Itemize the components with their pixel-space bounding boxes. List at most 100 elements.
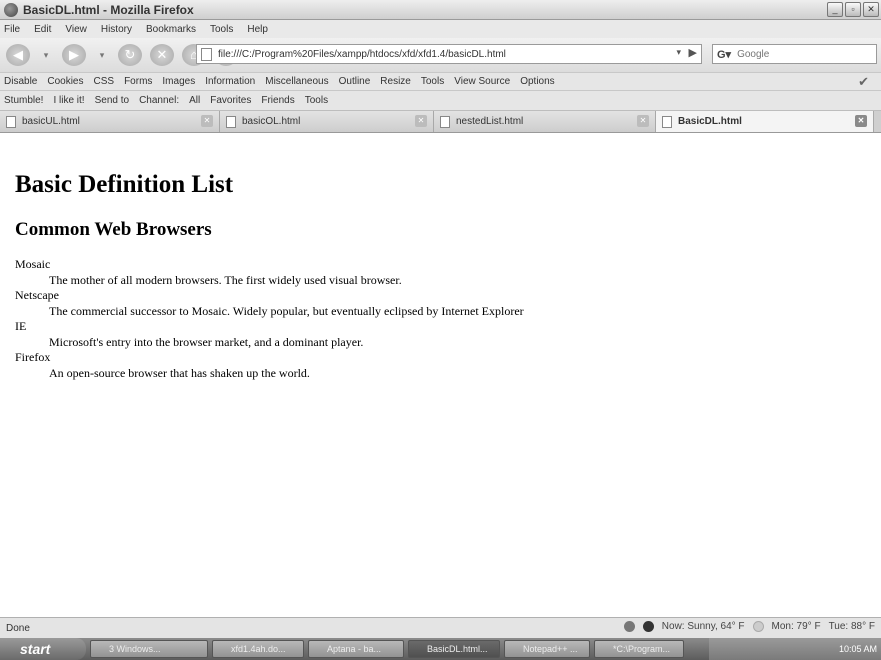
definition-list: Mosaic The mother of all modern browsers… xyxy=(15,257,524,381)
back-icon[interactable]: ◀ xyxy=(6,44,30,66)
menu-tools[interactable]: Tools xyxy=(210,24,233,35)
page-content: Basic Definition List Common Web Browser… xyxy=(0,132,881,617)
menu-file[interactable]: File xyxy=(4,24,20,35)
miscellaneous-menu[interactable]: Miscellaneous xyxy=(265,76,328,87)
tab-basicul[interactable]: basicUL.html ✕ xyxy=(0,111,220,132)
cookies-menu[interactable]: Cookies xyxy=(47,76,83,87)
forward-icon[interactable]: ▶ xyxy=(62,44,86,66)
taskbar-item[interactable]: *C:\Program... xyxy=(594,640,684,658)
stumble-tools-button[interactable]: Tools xyxy=(305,95,328,106)
check-icon[interactable]: ✔ xyxy=(858,74,869,90)
options-menu[interactable]: Options xyxy=(520,76,554,87)
taskbar-item[interactable]: BasicDL.html... xyxy=(408,640,500,658)
definition-term: Firefox xyxy=(15,350,51,364)
taskbar-item[interactable]: 3 Windows... xyxy=(90,640,208,658)
weather-mon[interactable]: Mon: 79° F xyxy=(772,621,821,632)
page-subheading: Common Web Browsers xyxy=(15,219,212,240)
start-button[interactable]: start xyxy=(0,638,86,660)
minimize-icon[interactable]: _ xyxy=(827,2,843,17)
disable-menu[interactable]: Disable xyxy=(4,76,37,87)
tab-strip: basicUL.html ✕ basicOL.html ✕ nestedList… xyxy=(0,110,881,132)
taskbar-item[interactable]: xfd1.4ah.do... xyxy=(212,640,304,658)
go-icon[interactable]: ▶ xyxy=(689,46,697,59)
menu-edit[interactable]: Edit xyxy=(34,24,51,35)
close-tab-icon[interactable]: ✕ xyxy=(637,115,649,127)
tab-label: nestedList.html xyxy=(456,116,524,127)
tab-nestedlist[interactable]: nestedList.html ✕ xyxy=(434,111,656,132)
navigation-toolbar: ◀ ▾ ▶ ▾ ↻ ✕ ⌂ + file:///C:/Program%20Fil… xyxy=(0,38,881,72)
favorites-button[interactable]: Favorites xyxy=(210,95,251,106)
url-dropdown-icon[interactable]: ▾ xyxy=(676,47,681,58)
search-box[interactable]: G▾ xyxy=(712,44,877,64)
tab-label: basicOL.html xyxy=(242,116,301,127)
view-source-menu[interactable]: View Source xyxy=(454,76,510,87)
tab-basicol[interactable]: basicOL.html ✕ xyxy=(220,111,434,132)
title-bar: BasicDL.html - Mozilla Firefox _ ▫ ✕ xyxy=(0,0,881,20)
tab-basicdl[interactable]: BasicDL.html ✕ xyxy=(656,111,874,132)
css-menu[interactable]: CSS xyxy=(94,76,115,87)
maximize-icon[interactable]: ▫ xyxy=(845,2,861,17)
google-icon[interactable]: G▾ xyxy=(717,48,731,61)
addon-icon-2[interactable] xyxy=(642,621,654,632)
web-developer-toolbar: Disable Cookies CSS Forms Images Informa… xyxy=(0,72,881,90)
stumble-button[interactable]: Stumble! xyxy=(4,95,43,106)
images-menu[interactable]: Images xyxy=(162,76,195,87)
taskbar-item[interactable]: Aptana - ba... xyxy=(308,640,404,658)
menu-help[interactable]: Help xyxy=(247,24,268,35)
stumble-toolbar: Stumble! I like it! Send to Channel: All… xyxy=(0,90,881,110)
status-right: Now: Sunny, 64° F Mon: 79° F Tue: 88° F xyxy=(623,621,875,632)
definition-description: An open-source browser that has shaken u… xyxy=(49,365,310,380)
resize-menu[interactable]: Resize xyxy=(380,76,411,87)
weather-now[interactable]: Now: Sunny, 64° F xyxy=(662,621,745,632)
forms-menu[interactable]: Forms xyxy=(124,76,152,87)
definition-description: The commercial successor to Mosaic. Wide… xyxy=(49,303,524,318)
url-text[interactable]: file:///C:/Program%20Files/xampp/htdocs/… xyxy=(218,49,506,60)
url-bar[interactable]: file:///C:/Program%20Files/xampp/htdocs/… xyxy=(196,44,702,64)
clock[interactable]: 10:05 AM xyxy=(839,644,877,654)
menu-history[interactable]: History xyxy=(101,24,132,35)
status-text: Done xyxy=(6,622,30,634)
tab-label: basicUL.html xyxy=(22,116,80,127)
close-icon[interactable]: ✕ xyxy=(863,2,879,17)
taskbar: start 3 Windows... xfd1.4ah.do... Aptana… xyxy=(0,638,881,660)
close-tab-icon[interactable]: ✕ xyxy=(855,115,867,127)
page-icon xyxy=(662,115,672,128)
definition-description: Microsoft's entry into the browser marke… xyxy=(49,334,364,349)
page-heading: Basic Definition List xyxy=(15,171,234,198)
definition-term: IE xyxy=(15,319,27,333)
forward-dropdown-icon[interactable]: ▾ xyxy=(94,47,110,63)
definition-term: Netscape xyxy=(15,288,59,302)
page-icon xyxy=(226,115,236,128)
window-controls: _ ▫ ✕ xyxy=(827,2,879,17)
firefox-icon xyxy=(4,2,18,17)
send-to-button[interactable]: Send to xyxy=(95,95,129,106)
information-menu[interactable]: Information xyxy=(205,76,255,87)
system-tray: 10:05 AM xyxy=(709,638,881,660)
taskbar-item[interactable]: Notepad++ ... xyxy=(504,640,590,658)
outline-menu[interactable]: Outline xyxy=(339,76,371,87)
tools-menu[interactable]: Tools xyxy=(421,76,444,87)
addon-icon[interactable] xyxy=(623,621,635,632)
close-tab-icon[interactable]: ✕ xyxy=(415,115,427,127)
page-icon xyxy=(440,115,450,128)
menu-view[interactable]: View xyxy=(65,24,87,35)
page-icon xyxy=(6,115,16,128)
menu-bookmarks[interactable]: Bookmarks xyxy=(146,24,196,35)
definition-term: Mosaic xyxy=(15,257,51,271)
stop-icon[interactable]: ✕ xyxy=(150,44,174,66)
all-button[interactable]: All xyxy=(189,95,200,106)
like-button[interactable]: I like it! xyxy=(53,95,84,106)
reload-icon[interactable]: ↻ xyxy=(118,44,142,66)
page-icon xyxy=(201,47,212,61)
menu-bar: File Edit View History Bookmarks Tools H… xyxy=(0,20,881,38)
weather-tue[interactable]: Tue: 88° F xyxy=(829,621,875,632)
channel-label: Channel: xyxy=(139,95,180,106)
definition-description: The mother of all modern browsers. The f… xyxy=(49,272,402,287)
back-dropdown-icon[interactable]: ▾ xyxy=(38,47,54,63)
search-input[interactable] xyxy=(737,48,858,60)
window-title: BasicDL.html - Mozilla Firefox xyxy=(23,2,194,17)
status-bar: Done Now: Sunny, 64° F Mon: 79° F Tue: 8… xyxy=(0,617,881,638)
close-tab-icon[interactable]: ✕ xyxy=(201,115,213,127)
weather-icon xyxy=(752,621,764,632)
friends-button[interactable]: Friends xyxy=(261,95,294,106)
